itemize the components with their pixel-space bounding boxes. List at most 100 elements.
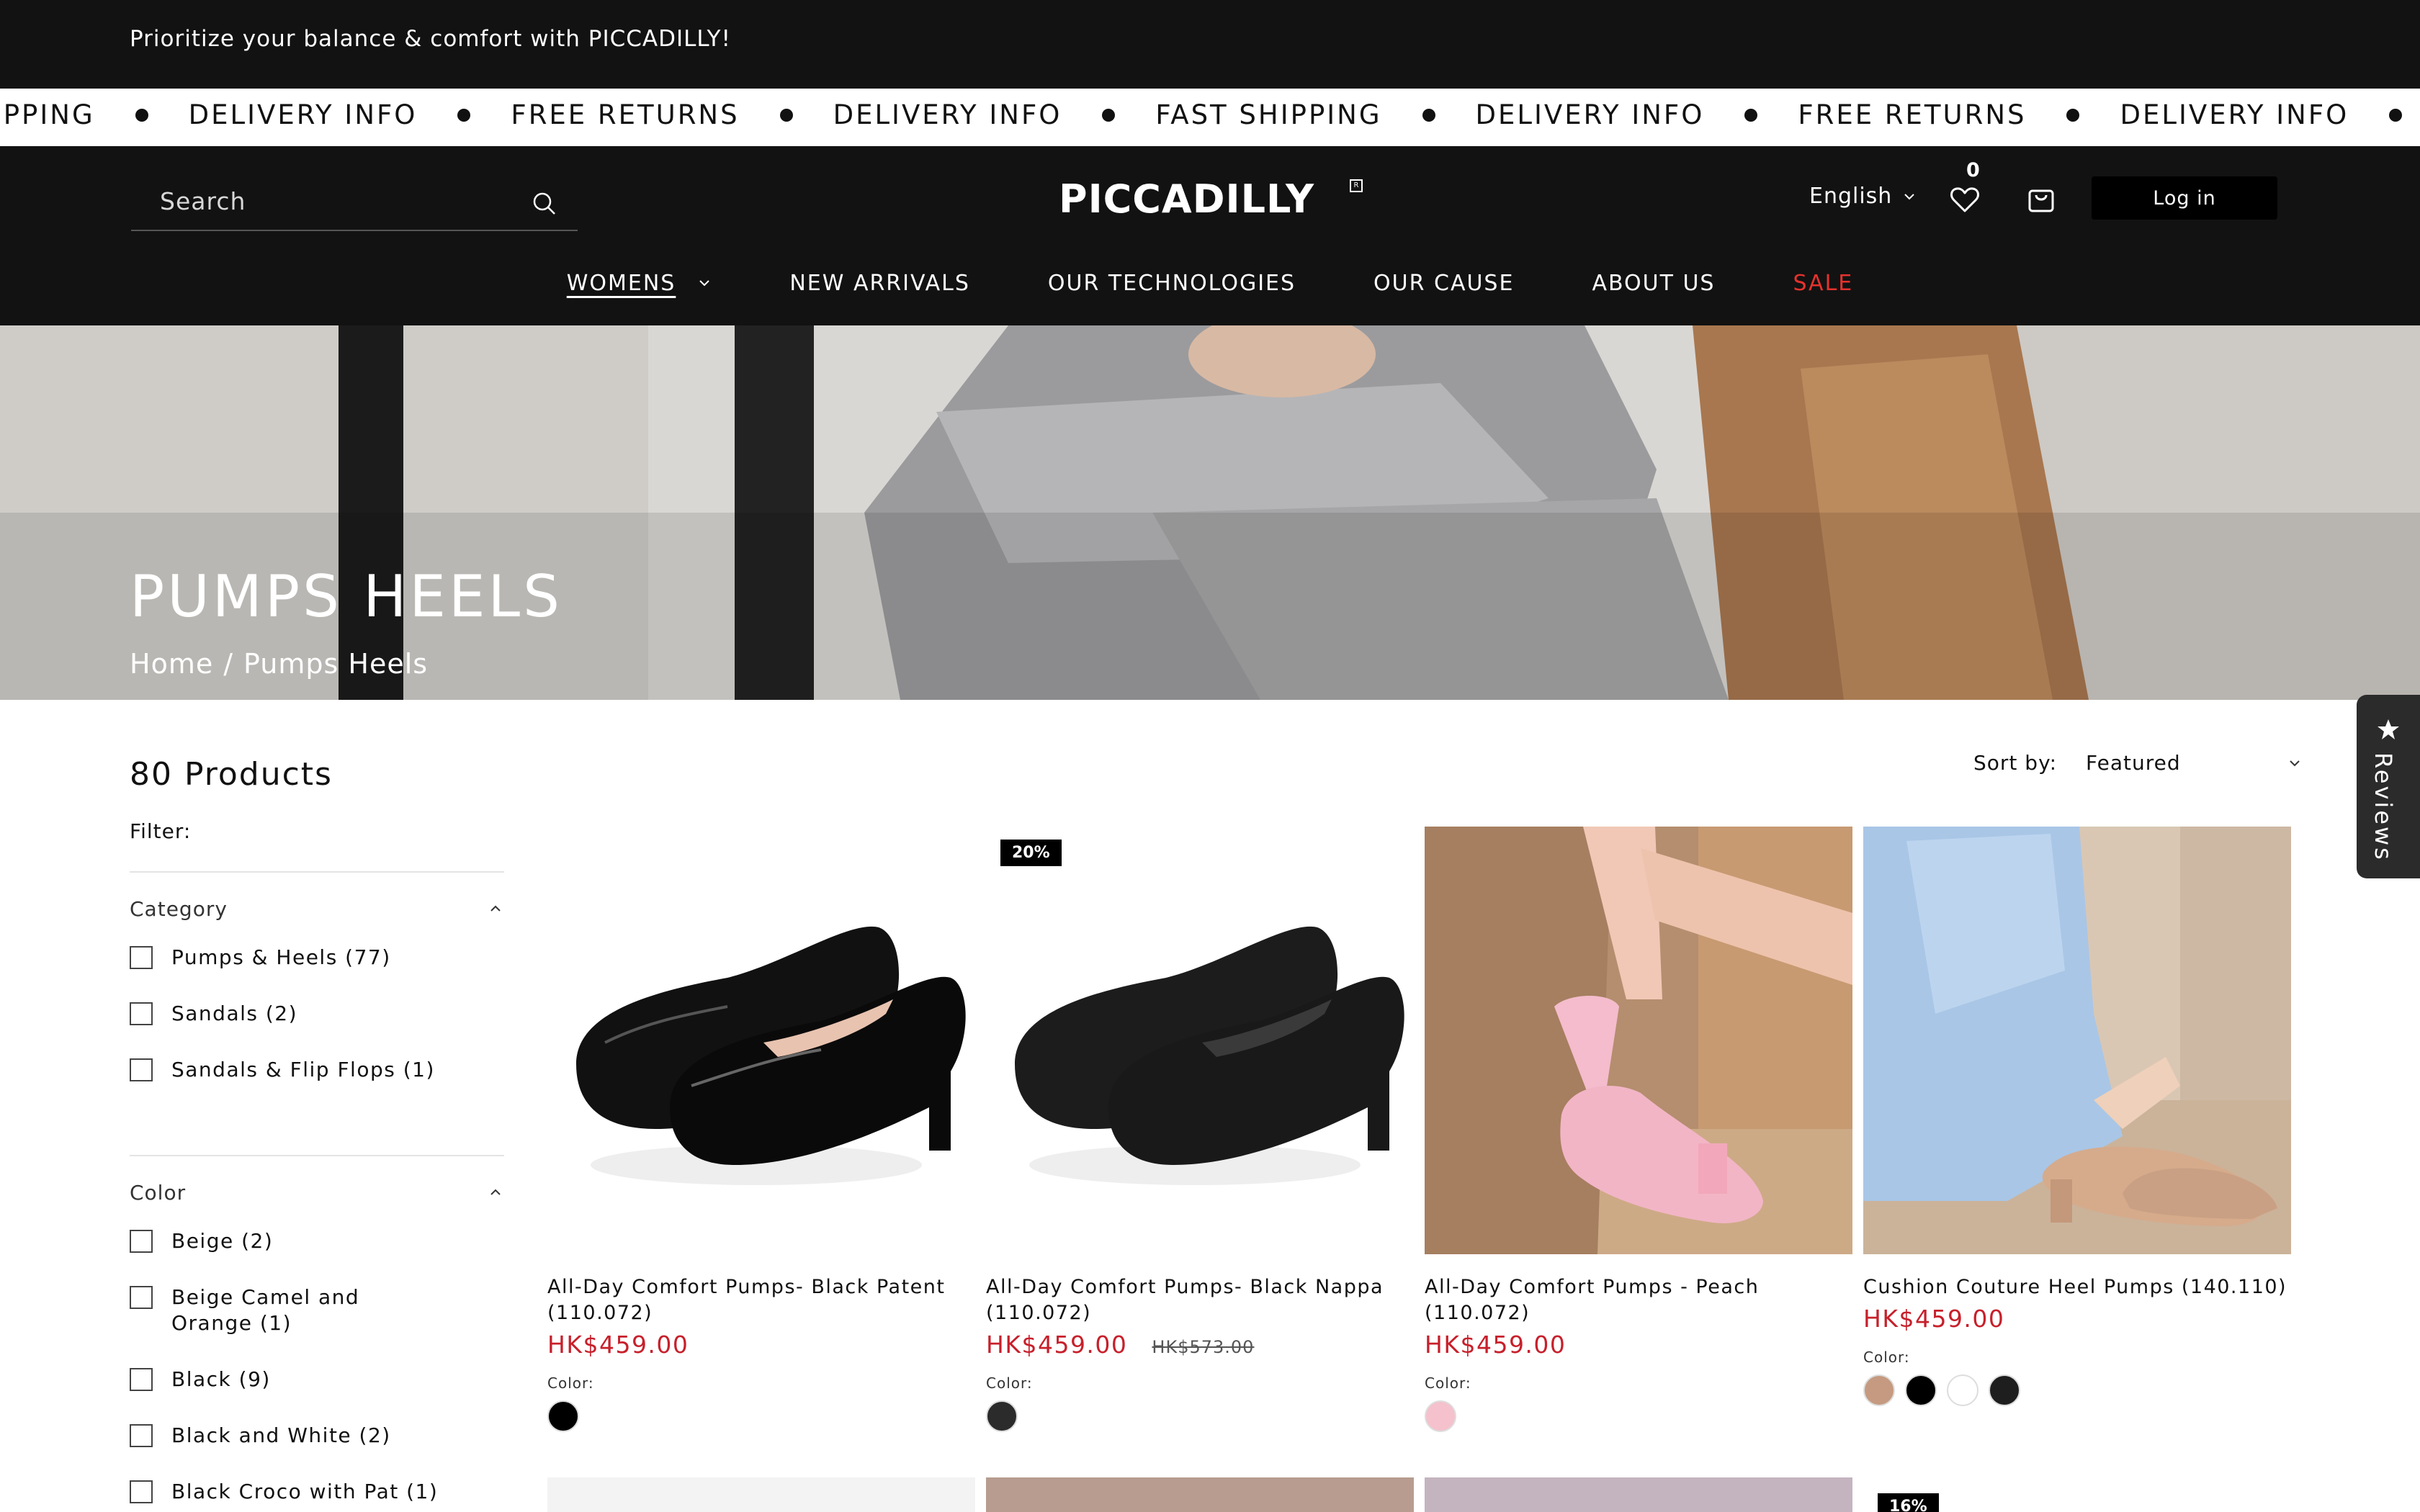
marquee-dot-icon — [135, 108, 148, 122]
product-image[interactable]: 20% — [986, 827, 1414, 1254]
marquee-item: DELIVERY INFO — [188, 99, 418, 130]
product-card[interactable]: All-Day Comfort Pumps - Peach (110.072) … — [1425, 827, 1852, 1432]
filter-group-color: Color Beige (2) Beige Camel and Orange (… — [130, 1155, 504, 1512]
discount-badge: 16% — [1878, 1493, 1939, 1512]
checkbox[interactable] — [130, 1002, 153, 1025]
product-price: HK$459.00 — [1863, 1305, 2005, 1333]
site-header: PICCADILLY R English 0 Log in WOMENS NEW… — [0, 146, 2420, 325]
collection-hero: PUMPS HEELS Home / Pumps Heels — [0, 325, 2420, 700]
checkbox[interactable] — [130, 946, 153, 969]
product-card[interactable]: 20% All-Day Comfort Pumps- Black Nappa (… — [986, 827, 1414, 1432]
product-card[interactable] — [986, 1477, 1414, 1512]
checkbox[interactable] — [130, 1286, 153, 1309]
filter-group-category: Category Pumps & Heels (77) Sandals (2) … — [130, 871, 504, 1113]
chevron-up-icon — [490, 905, 501, 912]
filter-option[interactable]: Black (9) — [130, 1367, 504, 1392]
filter-option[interactable]: Beige Camel and Orange (1) — [130, 1284, 432, 1336]
color-label: Color: — [547, 1374, 594, 1392]
chevron-down-icon — [2290, 760, 2300, 766]
swatch-list — [1863, 1374, 2291, 1406]
filter-option[interactable]: Pumps & Heels (77) — [130, 945, 504, 971]
sort-value: Featured — [2086, 751, 2181, 775]
nav-item-new-arrivals[interactable]: NEW ARRIVALS — [789, 271, 970, 296]
filter-option-label: Black (9) — [171, 1367, 271, 1391]
nav-item-our-cause[interactable]: OUR CAUSE — [1373, 271, 1514, 296]
color-swatch[interactable] — [986, 1400, 1018, 1432]
breadcrumb-home[interactable]: Home — [130, 648, 213, 680]
announcement-text: Prioritize your balance & comfort with P… — [130, 26, 731, 52]
product-image[interactable] — [1425, 827, 1852, 1254]
product-card[interactable]: 16% — [1863, 1477, 2291, 1512]
sort-select[interactable]: Featured — [2086, 751, 2302, 775]
product-card[interactable] — [547, 1477, 975, 1512]
price-row: HK$459.00 — [547, 1331, 975, 1359]
product-card[interactable]: Cushion Couture Heel Pumps (140.110) HK$… — [1863, 827, 2291, 1406]
product-title[interactable]: Cushion Couture Heel Pumps (140.110) — [1863, 1274, 2291, 1300]
nav-label: SALE — [1793, 270, 1854, 296]
piccadilly-logo[interactable]: PICCADILLY R — [1059, 176, 1363, 222]
logo-text: PICCADILLY — [1059, 176, 1315, 222]
filter-option[interactable]: Black Croco with Pat (1) — [130, 1479, 504, 1505]
filter-option-label: Pumps & Heels (77) — [171, 945, 391, 969]
product-image[interactable] — [547, 827, 975, 1254]
marquee-dot-icon — [457, 108, 471, 122]
search-icon[interactable] — [530, 189, 559, 218]
marquee-dot-icon — [2066, 108, 2080, 122]
marquee-dot-icon — [1422, 108, 1435, 122]
main-nav: WOMENS NEW ARRIVALS OUR TECHNOLOGIES OUR… — [0, 265, 2420, 301]
price-row: HK$459.00 HK$573.00 — [986, 1331, 1414, 1359]
filter-header-color[interactable]: Color — [130, 1156, 504, 1228]
color-swatch[interactable] — [1905, 1374, 1937, 1406]
checkbox[interactable] — [130, 1480, 153, 1503]
color-swatch[interactable] — [1947, 1374, 1978, 1406]
reviews-tab[interactable]: Reviews — [2357, 695, 2420, 878]
color-swatch[interactable] — [547, 1400, 579, 1432]
nav-label: OUR TECHNOLOGIES — [1047, 270, 1296, 296]
page-title: PUMPS HEELS — [130, 563, 563, 630]
search-box[interactable] — [131, 175, 578, 231]
product-title[interactable]: All-Day Comfort Pumps- Black Patent (110… — [547, 1274, 975, 1326]
nav-label: WOMENS — [566, 270, 676, 296]
marquee-item: FREE RETURNS — [511, 99, 740, 130]
checkbox[interactable] — [130, 1230, 153, 1253]
language-selector[interactable]: English — [1809, 184, 1917, 209]
nav-item-sale[interactable]: SALE — [1793, 271, 1853, 296]
shopping-bag-icon[interactable] — [2024, 181, 2058, 215]
heart-icon[interactable] — [1948, 182, 1982, 217]
product-title[interactable]: All-Day Comfort Pumps- Black Nappa (110.… — [986, 1274, 1414, 1326]
product-card[interactable]: All-Day Comfort Pumps- Black Patent (110… — [547, 827, 975, 1432]
product-price: HK$459.00 — [547, 1331, 689, 1359]
product-price: HK$459.00 — [986, 1331, 1128, 1359]
nav-label: NEW ARRIVALS — [789, 270, 970, 296]
chevron-down-icon — [699, 280, 710, 287]
breadcrumb-current: Pumps Heels — [243, 648, 429, 680]
checkbox[interactable] — [130, 1368, 153, 1391]
marquee-track: HIPPING DELIVERY INFO FREE RETURNS DELIVERY… — [0, 99, 2420, 130]
product-image[interactable] — [1863, 827, 2291, 1254]
nav-item-about-us[interactable]: ABOUT US — [1592, 271, 1715, 296]
reviews-label: Reviews — [2370, 752, 2397, 862]
chevron-up-icon — [490, 1189, 501, 1195]
star-icon — [2378, 719, 2399, 739]
search-input[interactable] — [160, 181, 506, 221]
checkbox[interactable] — [130, 1424, 153, 1447]
filter-option[interactable]: Sandals (2) — [130, 1001, 504, 1027]
filter-option[interactable]: Black and White (2) — [130, 1423, 504, 1449]
filter-header-category[interactable]: Category — [130, 873, 504, 945]
color-swatch[interactable] — [1425, 1400, 1456, 1432]
login-button[interactable]: Log in — [2092, 176, 2277, 220]
color-swatch[interactable] — [1989, 1374, 2020, 1406]
product-card[interactable] — [1425, 1477, 1852, 1512]
chevron-down-icon — [1904, 193, 1915, 199]
filter-options: Beige (2) Beige Camel and Orange (1) Bla… — [130, 1228, 504, 1505]
nav-item-our-technologies[interactable]: OUR TECHNOLOGIES — [1048, 271, 1296, 296]
marquee-dot-icon — [1102, 108, 1116, 122]
filter-option[interactable]: Sandals & Flip Flops (1) — [130, 1057, 504, 1083]
product-title[interactable]: All-Day Comfort Pumps - Peach (110.072) — [1425, 1274, 1852, 1326]
color-swatch[interactable] — [1863, 1374, 1895, 1406]
nav-item-womens[interactable]: WOMENS — [567, 271, 712, 296]
marquee-dot-icon — [1744, 108, 1758, 122]
checkbox[interactable] — [130, 1058, 153, 1081]
filter-option[interactable]: Beige (2) — [130, 1228, 504, 1254]
product-count: 80 Products — [130, 756, 333, 793]
